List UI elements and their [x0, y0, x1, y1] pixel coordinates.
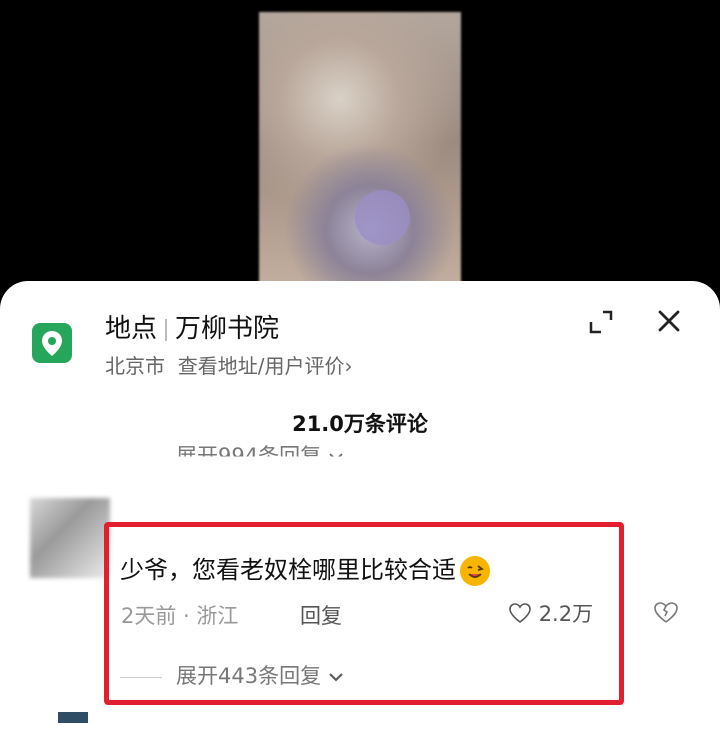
highlight-box: [104, 522, 624, 705]
chevron-right-icon: ›: [344, 354, 353, 378]
location-subtitle[interactable]: 北京市 查看地址/用户评价›: [105, 350, 352, 379]
location-link[interactable]: 查看地址/用户评价: [178, 354, 345, 378]
expand-icon[interactable]: [587, 308, 615, 336]
video-player[interactable]: [0, 0, 720, 302]
location-label: 地点: [105, 314, 158, 344]
close-icon[interactable]: [654, 306, 684, 336]
next-comment-avatar: [58, 712, 88, 723]
broken-heart-icon: [654, 602, 678, 623]
location-pin-icon: [32, 323, 72, 363]
location-name: 万柳书院: [175, 314, 280, 344]
dislike-button[interactable]: [652, 598, 680, 626]
location-title[interactable]: 地点 万柳书院: [105, 308, 279, 345]
comments-count: 21.0万条评论: [292, 412, 428, 436]
avatar[interactable]: [30, 498, 110, 578]
location-city: 北京市: [105, 354, 165, 378]
video-frame[interactable]: [259, 12, 461, 302]
location-divider: [165, 318, 168, 341]
video-frame-detail: [355, 190, 410, 245]
